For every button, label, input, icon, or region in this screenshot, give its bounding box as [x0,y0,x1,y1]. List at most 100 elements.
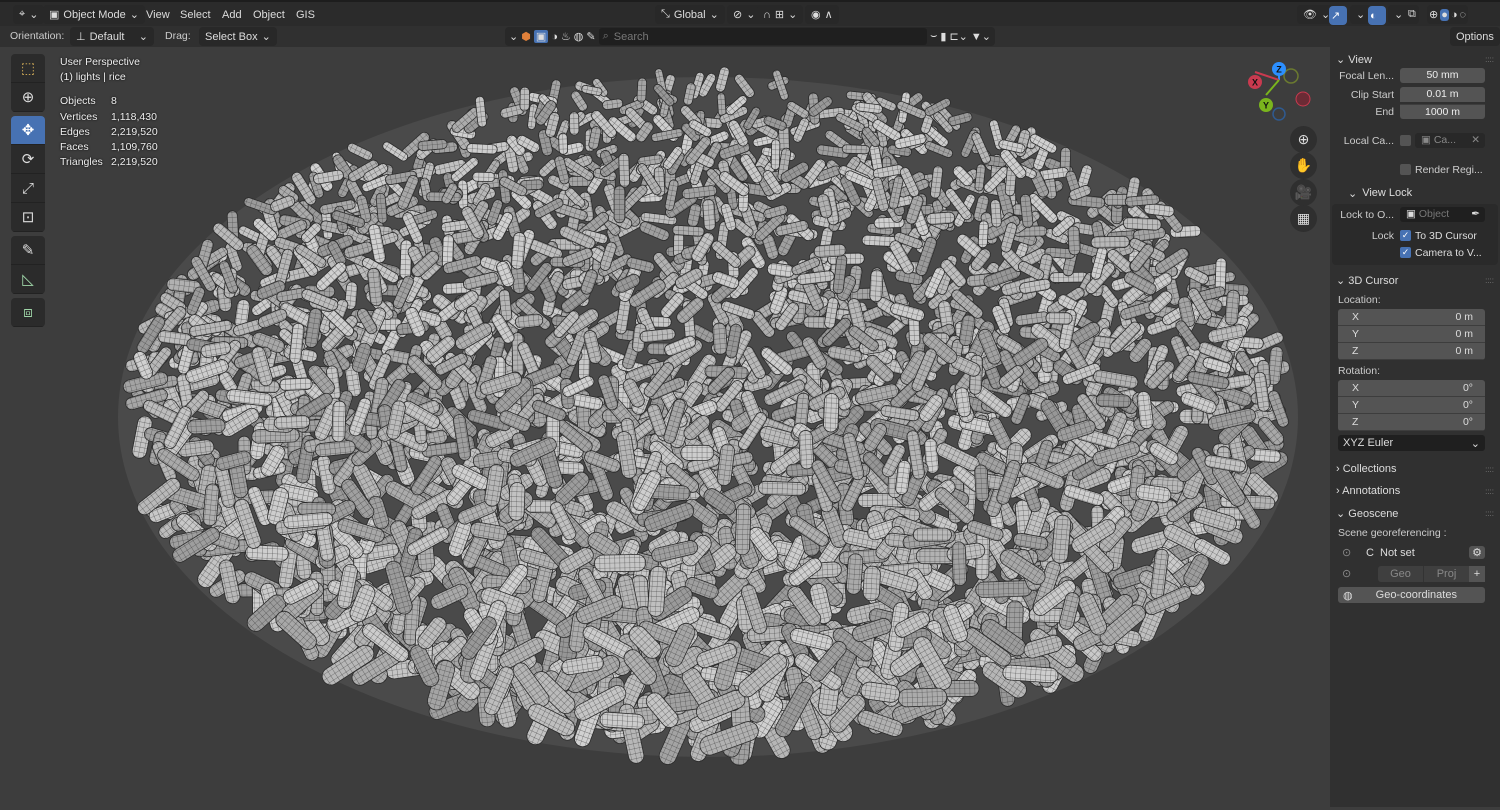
bookmark-icon[interactable]: ▮ [940,30,946,43]
falloff-icon: ∧ [824,9,833,21]
geo-button[interactable]: Geo [1378,566,1423,582]
zoom-button[interactable]: ⊕ [1290,126,1317,153]
lock-to-object-field[interactable]: ▣ Object ✒ [1400,207,1485,222]
rice-grain [716,92,727,117]
gizmo-toggle[interactable]: ↗ [1329,6,1347,25]
scale-tool[interactable]: ⤢ [11,174,45,203]
grip-icon[interactable]: :::: [1485,276,1494,285]
rice-grain [680,444,715,461]
grip-icon[interactable]: :::: [1485,55,1494,64]
measure-tool[interactable]: ◺ [11,265,45,294]
section-annotations-header[interactable]: › Annotations:::: [1336,480,1494,502]
move-tool[interactable]: ✥ [11,116,45,145]
filter-icon[interactable]: ▼⌄ [971,30,991,43]
wireframe-shading-icon[interactable]: ⊕ [1429,8,1438,21]
overlays-toggle[interactable]: ◐ [1368,6,1386,25]
chevron-icon[interactable]: ⌣ [930,30,937,43]
section-geoscene-header[interactable]: ⌄ Geoscene:::: [1336,502,1494,524]
location-z-field[interactable]: Z 0 m [1338,343,1485,360]
rice-grain [466,143,498,155]
rice-grain [977,220,989,249]
material-shading-icon[interactable]: ◑ [1451,9,1458,21]
to-3d-cursor-checkbox[interactable]: ✓ [1400,230,1411,241]
clip-end-field[interactable]: 1000 m [1400,104,1485,119]
lock-cursor-row: Lock ✓ To 3D Cursor [1336,227,1494,244]
settings-gear-icon[interactable]: ⚙ [1469,546,1485,559]
radio-icon[interactable]: ⊙ [1342,567,1378,580]
menu-gis[interactable]: GIS [290,5,321,24]
local-camera-checkbox[interactable] [1400,135,1411,146]
search-input[interactable]: ⌕ Search [598,28,928,45]
drag-value: Select Box [205,30,258,43]
gizmo-neg-x[interactable] [1295,91,1311,107]
pan-button[interactable]: ✋ [1290,152,1317,179]
render-region-checkbox[interactable] [1400,164,1411,175]
local-camera-field[interactable]: ▣ Ca... ✕ [1415,133,1485,148]
editor-type-button[interactable]: ⌖ ⌄ [13,5,45,24]
clip-start-row: Clip Start 0.01 m [1336,86,1494,103]
geo-proj-row: ⊙ Geo Proj + [1336,565,1494,582]
filter-brush-icon[interactable]: ✎ [586,30,595,43]
rotation-mode-select[interactable]: XYZ Euler ⌄ [1338,435,1485,451]
solid-shading-icon[interactable]: ● [1440,8,1449,21]
axis-label: Y [1352,399,1360,411]
gizmo-neg-y[interactable] [1283,68,1299,84]
options-button[interactable]: Options [1450,27,1500,46]
3d-viewport[interactable] [0,47,1330,807]
menu-view[interactable]: View [140,5,176,24]
section-collections-header[interactable]: › Collections:::: [1336,458,1494,480]
geo-coordinates-button[interactable]: ◍ Geo-coordinates [1338,587,1485,603]
eyedropper-icon[interactable]: ✒ [1471,207,1480,222]
add-icon[interactable]: + [1469,565,1485,582]
proj-button[interactable]: Proj [1423,565,1469,582]
mode-select[interactable]: ▣ Object Mode ⌄ [43,5,145,24]
cursor-tool[interactable]: ⊕ [11,83,45,112]
grip-icon[interactable]: :::: [1485,509,1494,518]
rotation-y-field[interactable]: Y 0° [1338,397,1485,414]
ortho-toggle-button[interactable]: ▦ [1290,205,1317,232]
menu-object[interactable]: Object [247,5,291,24]
rotation-z-field[interactable]: Z 0° [1338,414,1485,431]
camera-view-button[interactable]: 🎥 [1290,179,1317,206]
hierarchy-icon[interactable]: ⊏⌄ [949,30,967,43]
menu-add[interactable]: Add [216,5,248,24]
render-region-label: Render Regi... [1415,163,1483,176]
focal-length-field[interactable]: 50 mm [1400,68,1485,83]
location-x-field[interactable]: X 0 m [1338,309,1485,326]
annotate-tool[interactable]: ✎ [11,236,45,265]
axis-label: X [1352,382,1360,394]
snap-toggle[interactable]: ∩ ⊞ ⌄ [757,5,804,24]
rice-grain [1090,235,1130,249]
clip-start-field[interactable]: 0.01 m [1400,87,1485,102]
add-cube-tool[interactable]: ⧈ [11,298,45,327]
rotation-x-field[interactable]: X 0° [1338,380,1485,397]
proportional-edit-toggle[interactable]: ◉ ∧ [805,5,839,24]
grip-icon[interactable]: :::: [1485,465,1494,474]
section-3d-cursor-header[interactable]: ⌄ 3D Cursor:::: [1336,269,1494,291]
filter-world-icon[interactable]: ◍ [574,30,584,43]
navigation-gizmo[interactable]: Z X Y [1240,55,1320,125]
filter-material-icon[interactable]: ◑ [551,31,558,43]
chevron-down-icon[interactable]: ⌄ [509,30,518,43]
rotate-tool[interactable]: ⟳ [11,145,45,174]
camera-to-view-checkbox[interactable]: ✓ [1400,247,1411,258]
orientation-dropdown[interactable]: ⊥ Default ⌄ [70,27,154,46]
drag-dropdown[interactable]: Select Box ⌄ [199,27,277,46]
transform-tool[interactable]: ⊡ [11,203,45,232]
menu-select[interactable]: Select [174,5,217,24]
xray-toggle[interactable]: ⧉ [1405,5,1419,24]
lock-label: Lock [1371,229,1394,242]
rendered-shading-icon[interactable]: ◌ [1460,9,1467,21]
select-box-tool[interactable]: ⬚ [11,54,45,83]
clip-end-label: End [1375,105,1394,118]
grip-icon[interactable]: :::: [1485,487,1494,496]
gizmo-neg-z[interactable] [1272,107,1286,121]
filter-lights-icon[interactable]: ♨ [561,30,571,43]
location-y-field[interactable]: Y 0 m [1338,326,1485,343]
filter-objects-icon[interactable]: ▣ [533,30,549,43]
radio-icon[interactable]: ⊙ [1342,546,1366,559]
transform-orientation-select[interactable]: ⤡ Global ⌄ [655,5,725,24]
clear-icon[interactable]: ✕ [1471,133,1480,148]
rotate-icon: ⟳ [21,151,35,168]
section-view-lock-header[interactable]: ⌄ View Lock [1336,182,1494,204]
